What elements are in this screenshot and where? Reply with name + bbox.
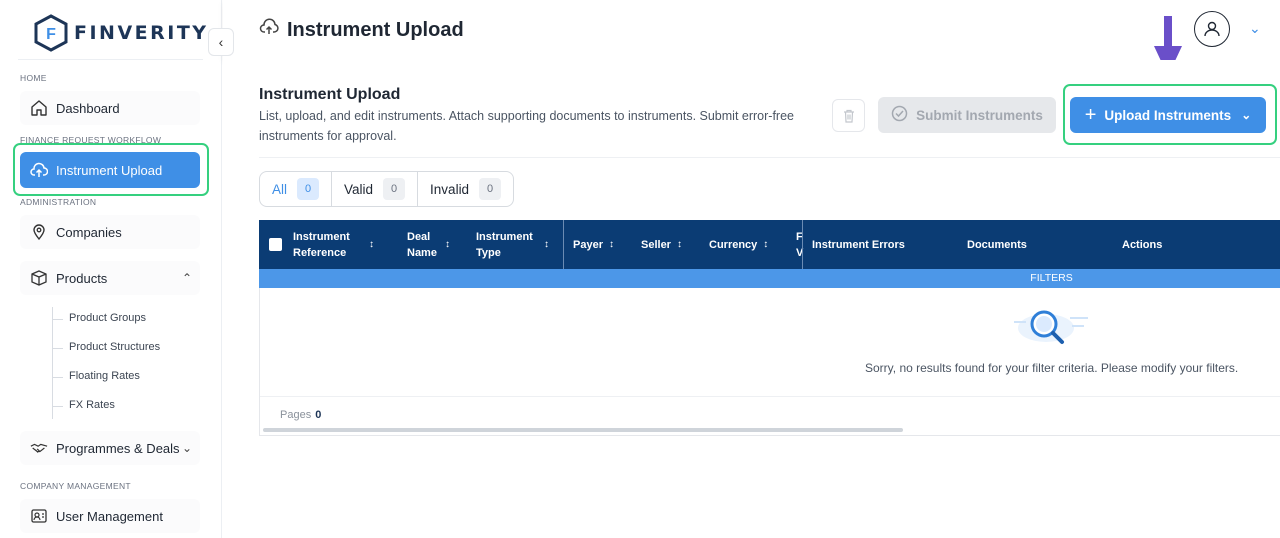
sort-icon: ↕ (763, 238, 769, 250)
submenu-item-fx-rates[interactable]: FX Rates (69, 399, 115, 411)
sidebar-item-companies[interactable]: Companies (20, 215, 200, 249)
sort-icon: ↕ (608, 238, 614, 250)
column-header-payer[interactable]: Payer ↕ (573, 220, 614, 269)
submenu-item-product-groups[interactable]: Product Groups (69, 312, 146, 324)
upload-button-highlight (1063, 84, 1277, 145)
chevron-down-icon[interactable]: ⌄ (182, 441, 192, 455)
tab-count-badge: 0 (479, 178, 502, 200)
home-icon (30, 99, 48, 117)
filters-bar[interactable]: FILTERS (259, 269, 1280, 288)
logo-divider (18, 59, 203, 60)
sidebar-item-products[interactable]: Products ⌃ (20, 261, 200, 295)
sidebar-item-label: User Management (56, 508, 163, 524)
tab-count-badge: 0 (383, 178, 406, 200)
column-header-actions[interactable]: Actions (1122, 220, 1162, 269)
products-submenu: Product Groups Product Structures Floati… (52, 307, 202, 419)
chevron-left-icon: ‹ (218, 34, 224, 50)
sort-icon: ↕ (369, 238, 374, 250)
panel-title: Instrument Upload (259, 86, 401, 103)
top-header: Instrument Upload ⌄ (223, 0, 1280, 60)
pages-label: Pages (280, 409, 312, 421)
column-header-seller[interactable]: Seller ↕ (641, 220, 682, 269)
check-circle-icon (891, 105, 908, 125)
sidebar-item-programmes[interactable]: Programmes & Deals ⌄ (20, 431, 200, 465)
empty-state-message: Sorry, no results found for your filter … (865, 361, 1239, 375)
sidebar-item-label: Dashboard (56, 100, 120, 116)
status-tabs: All 0 Valid 0 Invalid 0 (259, 171, 515, 207)
table-header: Instrument Reference ↕ Deal Name ↕ Instrum… (259, 220, 1280, 269)
handshake-icon (30, 439, 48, 457)
magnifier-empty-state-icon (1014, 310, 1088, 344)
svg-text:F: F (46, 26, 56, 43)
cloud-upload-icon (259, 18, 279, 42)
finverity-logo[interactable]: F FINVERITY (34, 14, 209, 52)
location-pin-icon (30, 223, 48, 241)
section-home: HOME (20, 73, 47, 83)
tab-valid[interactable]: Valid 0 (332, 172, 419, 206)
tab-label: Valid (344, 181, 374, 197)
horizontal-scrollbar[interactable] (263, 428, 903, 432)
section-administration: ADMINISTRATION (20, 197, 97, 207)
chevron-up-icon[interactable]: ⌃ (182, 271, 192, 285)
column-header-deal-name[interactable]: Deal Name ↕ (407, 220, 457, 269)
page-title: Instrument Upload (259, 18, 464, 42)
section-divider (259, 157, 1280, 158)
sort-icon: ↕ (676, 238, 682, 250)
page-title-text: Instrument Upload (287, 18, 464, 41)
submit-instruments-button[interactable]: Submit Instruments (878, 97, 1056, 133)
column-header-instrument-reference[interactable]: Instrument Reference ↕ (293, 220, 383, 269)
sidebar-item-label: Products (56, 270, 108, 286)
delete-button[interactable] (832, 99, 865, 132)
user-card-icon (30, 507, 48, 525)
pages-value[interactable]: 0 (315, 409, 321, 421)
tab-label: Invalid (430, 181, 470, 197)
tab-label: All (272, 181, 288, 197)
active-item-highlight (13, 143, 209, 196)
chevron-down-icon[interactable]: ⌄ (1249, 20, 1261, 37)
sidebar-item-label: Programmes & Deals (56, 440, 180, 456)
tab-invalid[interactable]: Invalid 0 (418, 172, 513, 206)
submenu-item-floating-rates[interactable]: Floating Rates (69, 370, 140, 382)
panel-description: List, upload, and edit instruments. Atta… (259, 109, 794, 143)
sidebar-item-user-management[interactable]: User Management (20, 499, 200, 533)
box-icon (30, 269, 48, 287)
column-header-instrument-type[interactable]: Instrument Type ↕ (476, 220, 551, 269)
sidebar: F FINVERITY HOME Dashboard FINANCE REQUE… (0, 0, 222, 538)
tab-all[interactable]: All 0 (260, 172, 333, 206)
brand-name: FINVERITY (74, 22, 209, 44)
sidebar-item-dashboard[interactable]: Dashboard (20, 91, 200, 125)
submit-instruments-label: Submit Instruments (916, 107, 1043, 123)
submenu-item-product-structures[interactable]: Product Structures (69, 341, 160, 353)
logo-hexagon-icon: F (34, 14, 68, 52)
filters-label: FILTERS (1030, 272, 1073, 284)
sidebar-item-label: Companies (56, 224, 122, 240)
pagination: Pages 0 (280, 409, 321, 421)
table-body: Sorry, no results found for your filter … (259, 288, 1280, 436)
column-header-currency[interactable]: Currency ↕ (709, 220, 768, 269)
column-header-instrument-errors[interactable]: Instrument Errors (812, 220, 905, 269)
collapse-sidebar-button[interactable]: ‹ (208, 28, 234, 56)
tab-count-badge: 0 (297, 178, 320, 200)
sort-icon: ↕ (544, 238, 549, 250)
column-header-documents[interactable]: Documents (967, 220, 1027, 269)
user-avatar[interactable] (1194, 11, 1230, 47)
section-company-management: COMPANY MANAGEMENT (20, 481, 131, 491)
select-all-checkbox[interactable] (269, 220, 282, 269)
trash-icon (843, 109, 854, 123)
user-icon (1204, 21, 1220, 37)
sort-icon: ↕ (445, 238, 450, 250)
